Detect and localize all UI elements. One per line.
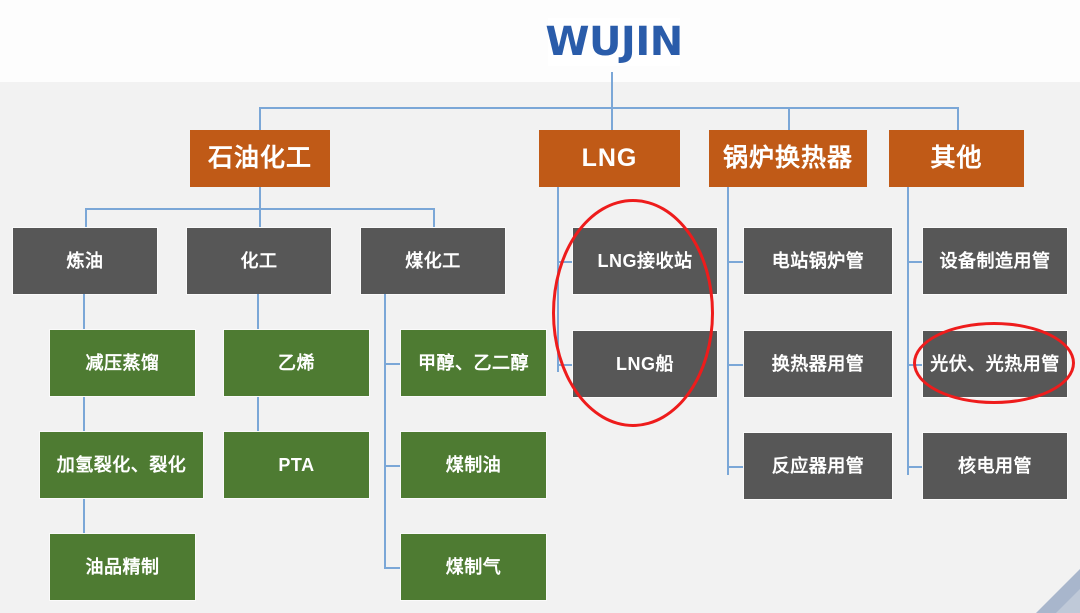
node-equipment-pipe[interactable]: 设备制造用管: [923, 228, 1067, 294]
connector-other-spine: [907, 187, 909, 475]
corner-decoration-inner: [1056, 589, 1080, 613]
connector-petrochem-drop-refining: [85, 208, 87, 228]
connector-petrochem-drop-chemical: [259, 208, 261, 228]
header-band: [0, 0, 1080, 82]
connector-root-drop-lng: [611, 107, 613, 131]
diagram-canvas: WUJIN 石油化工 LNG 锅炉换热器 其他 炼油 化工 煤化工 LNG接收站…: [0, 0, 1080, 613]
connector-petrochem-drop-coalchem: [433, 208, 435, 228]
connector-coalchem-stub-coaloil: [384, 465, 401, 467]
connector-coalchem-spine: [384, 294, 386, 569]
node-lng-terminal[interactable]: LNG接收站: [573, 228, 717, 294]
node-chemical[interactable]: 化工: [187, 228, 331, 294]
node-ethylene[interactable]: 乙烯: [224, 330, 369, 396]
connector-coalchem-stub-methanol: [384, 363, 401, 365]
connector-coalchem-stub-coalgas: [384, 567, 401, 569]
node-reactor-pipe[interactable]: 反应器用管: [744, 433, 892, 499]
connector-lng-stub-terminal: [557, 261, 573, 263]
node-petrochemical[interactable]: 石油化工: [190, 130, 330, 187]
connector-root-drop-boiler: [788, 107, 790, 131]
node-lng-ship[interactable]: LNG船: [573, 331, 717, 397]
connector-other-stub-equipment: [907, 261, 923, 263]
node-solar-pipe[interactable]: 光伏、光热用管: [923, 331, 1067, 397]
connector-other-stub-nuclear: [907, 466, 923, 468]
node-hydrocracking[interactable]: 加氢裂化、裂化: [40, 432, 203, 498]
connector-boiler-stub-power: [727, 261, 743, 263]
connector-root-drop-petrochem: [259, 107, 261, 131]
connector-root-bus: [259, 107, 958, 109]
node-nuclear-pipe[interactable]: 核电用管: [923, 433, 1067, 499]
connector-lng-spine: [557, 187, 559, 372]
connector-boiler-stub-exchanger: [727, 364, 743, 366]
node-oil-refining[interactable]: 油品精制: [50, 534, 195, 600]
connector-lng-stub-ship: [557, 364, 573, 366]
node-pta[interactable]: PTA: [224, 432, 369, 498]
node-coal-to-gas[interactable]: 煤制气: [401, 534, 546, 600]
connector-boiler-stub-reactor: [727, 466, 743, 468]
connector-boiler-spine: [727, 187, 729, 475]
connector-other-stub-solar: [907, 364, 923, 366]
connector-root-stem: [611, 72, 613, 108]
node-coal-chemical[interactable]: 煤化工: [361, 228, 505, 294]
connector-petrochem-stem: [259, 187, 261, 209]
node-boiler-heat-exchanger[interactable]: 锅炉换热器: [709, 130, 867, 187]
wujin-logo: WUJIN: [545, 18, 683, 66]
node-refining[interactable]: 炼油: [13, 228, 157, 294]
node-heat-exchanger-pipe[interactable]: 换热器用管: [744, 331, 892, 397]
node-power-boiler-pipe[interactable]: 电站锅炉管: [744, 228, 892, 294]
node-methanol-glycol[interactable]: 甲醇、乙二醇: [401, 330, 546, 396]
node-coal-to-oil[interactable]: 煤制油: [401, 432, 546, 498]
node-lng[interactable]: LNG: [539, 130, 680, 187]
node-other[interactable]: 其他: [889, 130, 1024, 187]
node-vacuum-distillation[interactable]: 减压蒸馏: [50, 330, 195, 396]
connector-root-drop-other: [957, 107, 959, 131]
